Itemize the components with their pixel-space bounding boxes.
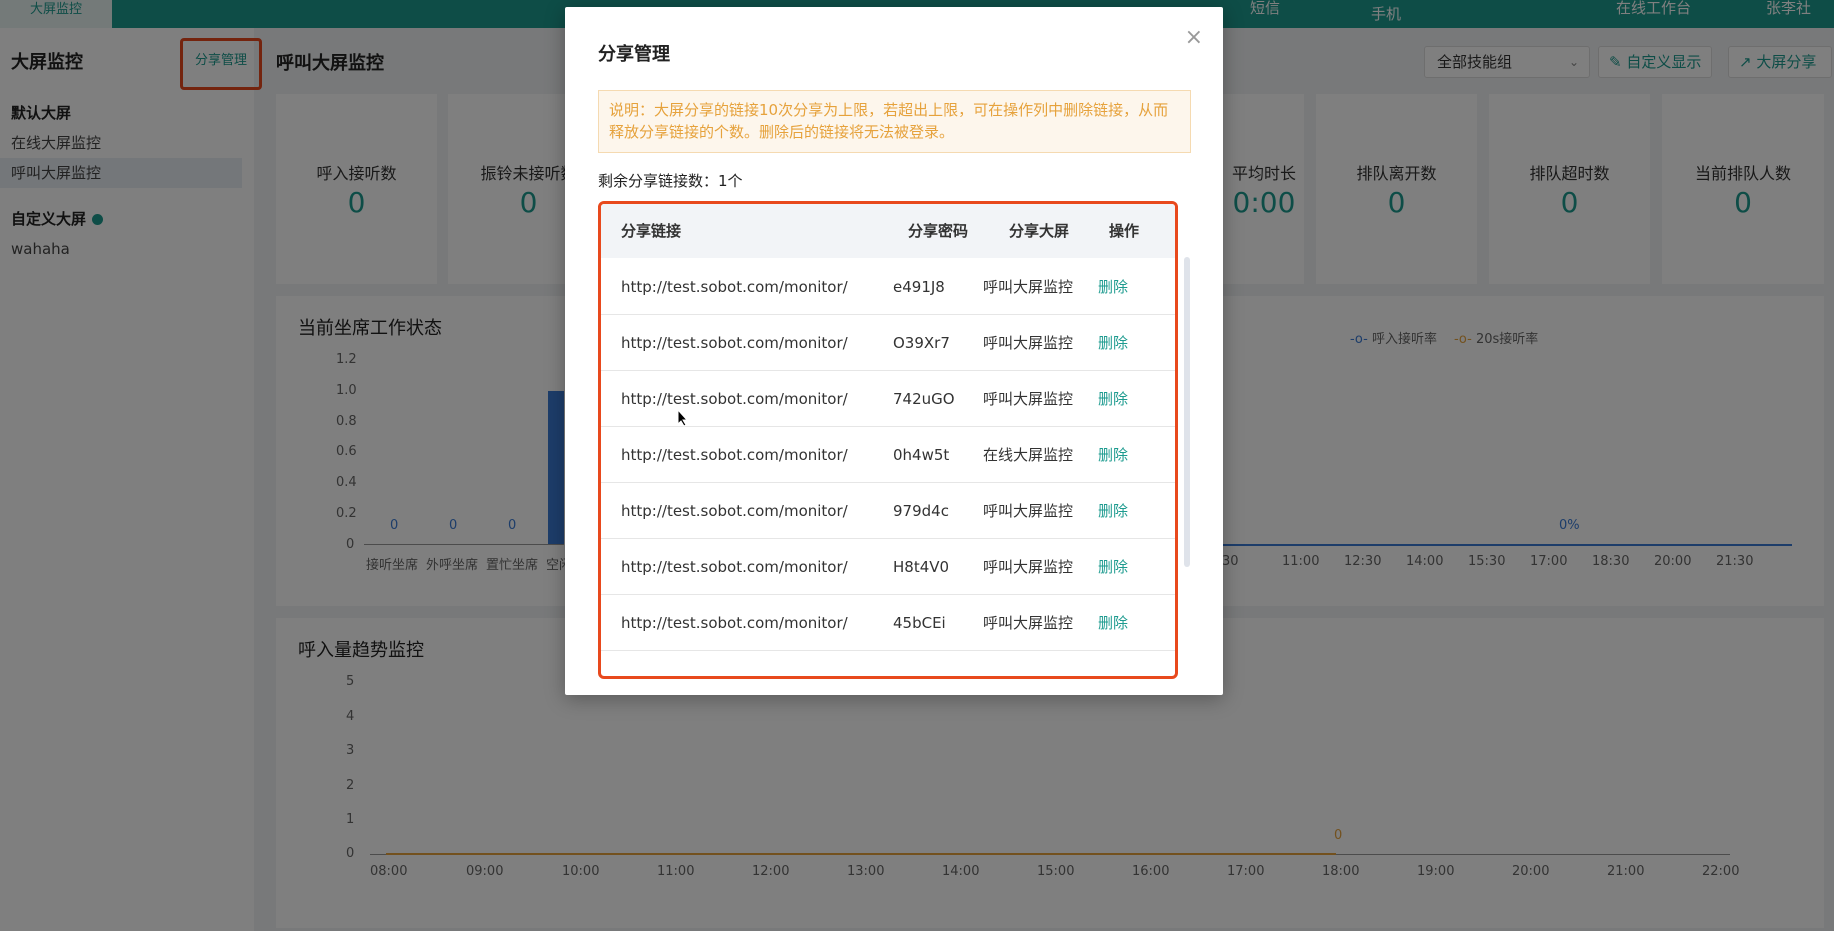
- table-row: http://test.sobot.com/monitor/ 45bCEi 呼叫…: [601, 595, 1175, 651]
- column-header: 分享密码: [908, 222, 969, 240]
- mouse-cursor-icon: [677, 409, 689, 427]
- share-management-modal: 分享管理 × 说明：大屏分享的链接10次分享为上限，若超出上限，可在操作列中删除…: [565, 7, 1223, 695]
- column-header: 分享链接: [621, 222, 682, 240]
- notice-box: 说明：大屏分享的链接10次分享为上限，若超出上限，可在操作列中删除链接，从而释放…: [598, 90, 1191, 153]
- share-screen: 在线大屏监控: [983, 446, 1074, 464]
- share-link: http://test.sobot.com/monitor/: [621, 278, 848, 296]
- share-link: http://test.sobot.com/monitor/: [621, 558, 848, 576]
- table-row: http://test.sobot.com/monitor/ 0h4w5t 在线…: [601, 427, 1175, 483]
- table-row: http://test.sobot.com/monitor/ O39Xr7 呼叫…: [601, 315, 1175, 371]
- share-password: O39Xr7: [893, 334, 950, 352]
- share-password: 45bCEi: [893, 614, 946, 632]
- close-icon[interactable]: ×: [1185, 25, 1203, 50]
- delete-link[interactable]: 删除: [1098, 539, 1128, 595]
- share-links-table: 分享链接 分享密码 分享大屏 操作 http://test.sobot.com/…: [598, 201, 1178, 679]
- delete-link[interactable]: 删除: [1098, 483, 1128, 539]
- table-row: http://test.sobot.com/monitor/ H8t4V0 呼叫…: [601, 539, 1175, 595]
- remaining-count: 剩余分享链接数：1个: [598, 172, 743, 190]
- share-screen: 呼叫大屏监控: [983, 502, 1074, 520]
- share-password: H8t4V0: [893, 558, 950, 576]
- table-row: http://test.sobot.com/monitor/ e491J8 呼叫…: [601, 259, 1175, 315]
- share-password: e491J8: [893, 278, 945, 296]
- column-header: 分享大屏: [1009, 222, 1070, 240]
- share-link: http://test.sobot.com/monitor/: [621, 502, 848, 520]
- share-link: http://test.sobot.com/monitor/: [621, 334, 848, 352]
- delete-link[interactable]: 删除: [1098, 259, 1128, 315]
- delete-link[interactable]: 删除: [1098, 371, 1128, 427]
- share-link: http://test.sobot.com/monitor/: [621, 614, 848, 632]
- share-screen: 呼叫大屏监控: [983, 390, 1074, 408]
- share-link: http://test.sobot.com/monitor/: [621, 390, 848, 408]
- table-scrollbar[interactable]: [1184, 257, 1190, 567]
- delete-link[interactable]: 删除: [1098, 595, 1128, 651]
- share-screen: 呼叫大屏监控: [983, 614, 1074, 632]
- share-password: 742uGO: [893, 390, 955, 408]
- share-link: http://test.sobot.com/monitor/: [621, 446, 848, 464]
- share-screen: 呼叫大屏监控: [983, 558, 1074, 576]
- share-screen: 呼叫大屏监控: [983, 334, 1074, 352]
- delete-link[interactable]: 删除: [1098, 427, 1128, 483]
- table-header: 分享链接 分享密码 分享大屏 操作: [601, 204, 1175, 258]
- column-header: 操作: [1109, 222, 1140, 240]
- table-row: http://test.sobot.com/monitor/ 979d4c 呼叫…: [601, 483, 1175, 539]
- share-screen: 呼叫大屏监控: [983, 278, 1074, 296]
- modal-title: 分享管理: [598, 44, 670, 65]
- share-password: 0h4w5t: [893, 446, 950, 464]
- delete-link[interactable]: 删除: [1098, 315, 1128, 371]
- share-password: 979d4c: [893, 502, 949, 520]
